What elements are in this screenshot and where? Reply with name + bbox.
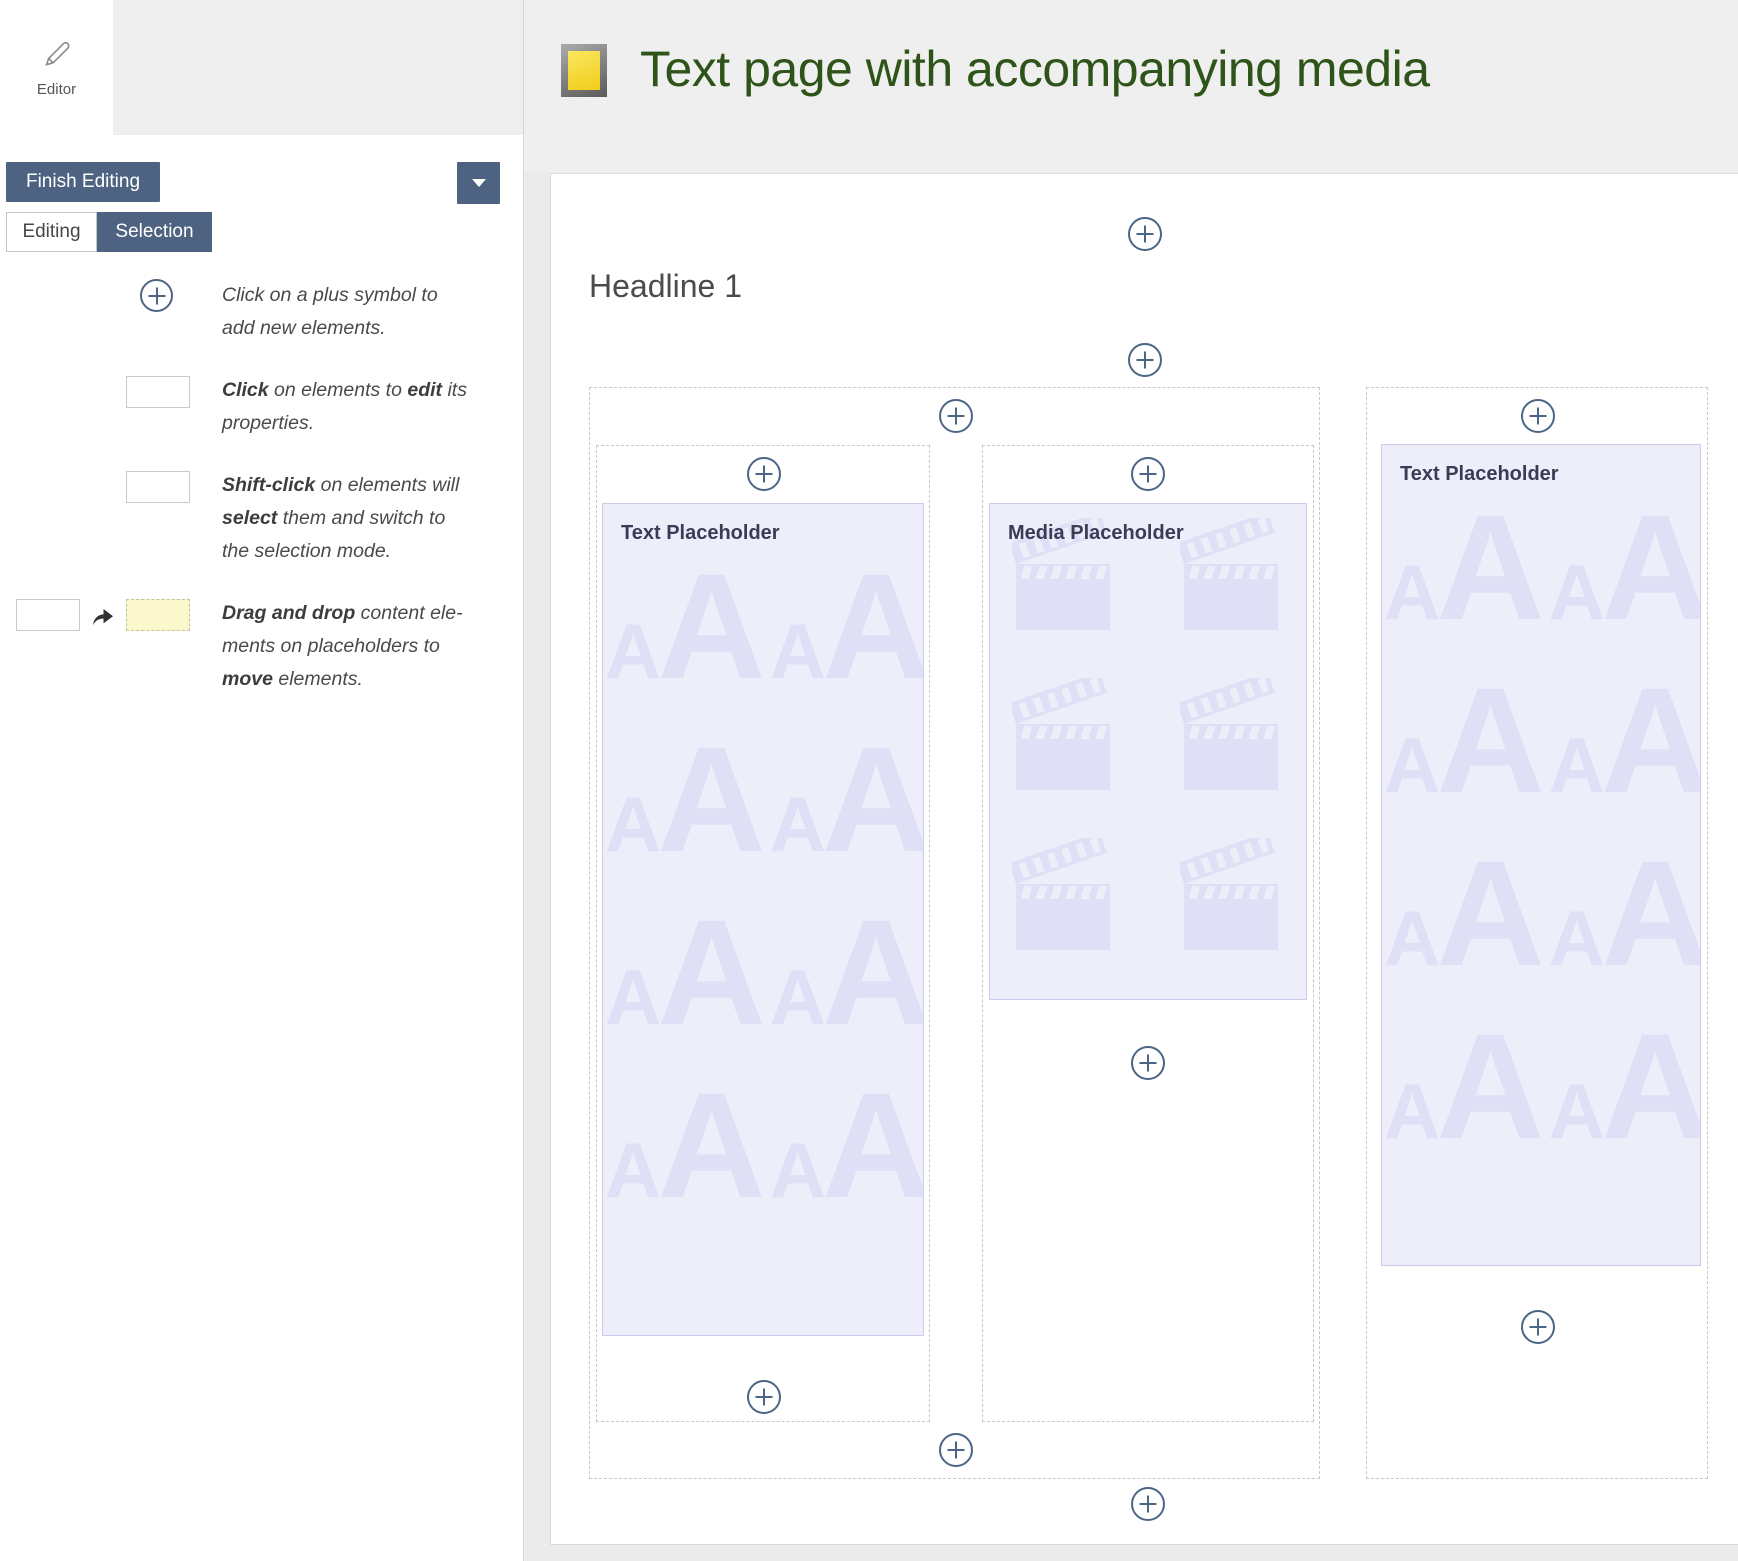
tab-editor[interactable]: Editor xyxy=(0,0,113,135)
help-row: Click on elements to edit its properties… xyxy=(6,374,496,440)
plus-circle-icon xyxy=(941,401,971,431)
add-element-button-col2-below-media[interactable] xyxy=(1131,1046,1165,1080)
editor-tab-label: Editor xyxy=(37,81,76,98)
editing-options-dropdown-button[interactable] xyxy=(457,162,500,204)
page-type-icon-fill xyxy=(568,51,600,90)
main-area: Text page with accompanying media Headli… xyxy=(524,0,1738,1561)
add-element-button-page-bottom[interactable] xyxy=(1131,1487,1165,1521)
clapperboard-icon xyxy=(1180,838,1284,952)
page-title: Text page with accompanying media xyxy=(640,40,1430,98)
help-icon-cell xyxy=(6,374,190,440)
page-header: Text page with accompanying media xyxy=(524,0,1738,173)
add-element-button-page-top[interactable] xyxy=(1128,217,1162,251)
plus-circle-icon xyxy=(1523,1312,1553,1342)
mode-toggle: Editing Selection xyxy=(6,212,212,252)
plus-circle-icon xyxy=(140,279,173,312)
grid-column-left[interactable]: AAAAAAAAAAAAAAAA Text Placeholder xyxy=(596,445,930,1422)
page-type-icon xyxy=(561,44,607,97)
element-outline-icon xyxy=(126,471,190,503)
clapperboard-icon xyxy=(1180,678,1284,792)
finish-editing-button[interactable]: Finish Editing xyxy=(6,162,160,202)
plus-circle-icon xyxy=(1133,1048,1163,1078)
right-column-container[interactable]: AAAAAAAAAAAAAAAA Text Placeholder xyxy=(1366,387,1708,1479)
add-element-button-col3-bottom[interactable] xyxy=(1521,1310,1555,1344)
text-placeholder-element-col3[interactable]: AAAAAAAAAAAAAAAA Text Placeholder xyxy=(1381,444,1701,1266)
media-placeholder-element[interactable]: Media Placeholder xyxy=(989,503,1307,1000)
add-element-button-above-grid[interactable] xyxy=(1128,343,1162,377)
element-outline-icon xyxy=(16,599,80,631)
help-row: Drag and drop content ele­ments on place… xyxy=(6,597,496,696)
mode-tab-editing[interactable]: Editing xyxy=(6,212,97,252)
grid-column-right[interactable]: Media Placeholder xyxy=(982,445,1314,1422)
plus-circle-icon xyxy=(1133,1489,1163,1519)
plus-circle-icon xyxy=(749,1382,779,1412)
help-list: Click on a plus symbol to add new elemen… xyxy=(6,279,496,725)
help-row: Click on a plus symbol to add new elemen… xyxy=(6,279,496,345)
clapperboard-icon xyxy=(1012,678,1116,792)
clapperboard-pattern xyxy=(990,504,1306,999)
plus-circle-icon xyxy=(749,459,779,489)
text-placeholder-element-col1[interactable]: AAAAAAAAAAAAAAAA Text Placeholder xyxy=(602,503,924,1336)
mode-tab-selection[interactable]: Selection xyxy=(97,212,212,252)
placeholder-label: Media Placeholder xyxy=(1008,522,1184,545)
page-content-canvas: Headline 1 AAAAAAAAAAAAAAAA Text Placeho… xyxy=(550,173,1738,1545)
placeholder-label: Text Placeholder xyxy=(621,522,780,545)
help-icon-cell xyxy=(6,597,190,696)
clapperboard-icon xyxy=(1012,838,1116,952)
grid-container-two-columns[interactable]: AAAAAAAAAAAAAAAA Text Placeholder Media … xyxy=(589,387,1320,1479)
add-element-button-col1-top[interactable] xyxy=(747,457,781,491)
sidebar: Editor Finish Editing Editing Selection … xyxy=(0,0,524,1561)
pencil-icon xyxy=(41,38,73,70)
letter-pattern: AAAAAAAAAAAAAAAA xyxy=(1382,445,1700,1265)
help-text: Click on elements to edit its properties… xyxy=(222,374,468,440)
add-element-button-col1-bottom[interactable] xyxy=(747,1380,781,1414)
drop-placeholder-icon xyxy=(126,599,190,631)
placeholder-label: Text Placeholder xyxy=(1400,463,1559,486)
headline-element[interactable]: Headline 1 xyxy=(589,268,742,305)
help-text: Click on a plus symbol to add new elemen… xyxy=(222,279,468,345)
help-icon-cell xyxy=(6,279,190,345)
clapperboard-icon xyxy=(1180,518,1284,632)
add-element-button-col2-top[interactable] xyxy=(1131,457,1165,491)
plus-circle-icon xyxy=(941,1435,971,1465)
help-row: Shift-click on elements will select them… xyxy=(6,469,496,568)
letter-pattern: AAAAAAAAAAAAAAAA xyxy=(603,504,923,1335)
add-element-button-col3-top[interactable] xyxy=(1521,399,1555,433)
element-outline-icon xyxy=(126,376,190,408)
module-tabstrip: Editor xyxy=(0,0,523,135)
plus-circle-icon xyxy=(1523,401,1553,431)
caret-down-icon xyxy=(471,179,487,188)
plus-circle-icon xyxy=(1130,219,1160,249)
add-element-button-grid-bottom[interactable] xyxy=(939,1433,973,1467)
plus-circle-icon xyxy=(1130,345,1160,375)
drag-arrow-icon xyxy=(91,605,115,627)
add-element-button-grid-top[interactable] xyxy=(939,399,973,433)
plus-circle-icon xyxy=(1133,459,1163,489)
help-icon-cell xyxy=(6,469,190,568)
help-text: Drag and drop content ele­ments on place… xyxy=(222,597,468,696)
help-text: Shift-click on elements will select them… xyxy=(222,469,468,568)
